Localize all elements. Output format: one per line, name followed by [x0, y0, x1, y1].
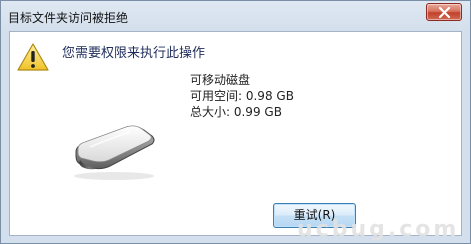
- drive-info: 可移动磁盘 可用空间: 0.98 GB 总大小: 0.99 GB: [190, 72, 294, 120]
- total-size: 总大小: 0.99 GB: [190, 105, 282, 119]
- close-icon: [438, 7, 451, 18]
- permission-message: 您需要权限来执行此操作: [62, 46, 206, 61]
- title-bar[interactable]: 目标文件夹访问被拒绝: [1, 1, 470, 31]
- dialog-window: 目标文件夹访问被拒绝 您需要权限来执行此操作 可移动磁盘 可用空间: 0.98 …: [0, 0, 471, 244]
- window-title: 目标文件夹访问被拒绝: [8, 11, 129, 25]
- warning-icon: [17, 43, 49, 71]
- watermark-text: ucbug.com: [297, 217, 460, 242]
- free-space: 可用空间: 0.98 GB: [190, 89, 294, 103]
- removable-drive-icon: [74, 125, 155, 180]
- close-button[interactable]: [426, 3, 462, 21]
- drive-name: 可移动磁盘: [190, 73, 251, 87]
- dialog-content: 您需要权限来执行此操作 可移动磁盘 可用空间: 0.98 GB 总大小: 0.9…: [9, 31, 462, 236]
